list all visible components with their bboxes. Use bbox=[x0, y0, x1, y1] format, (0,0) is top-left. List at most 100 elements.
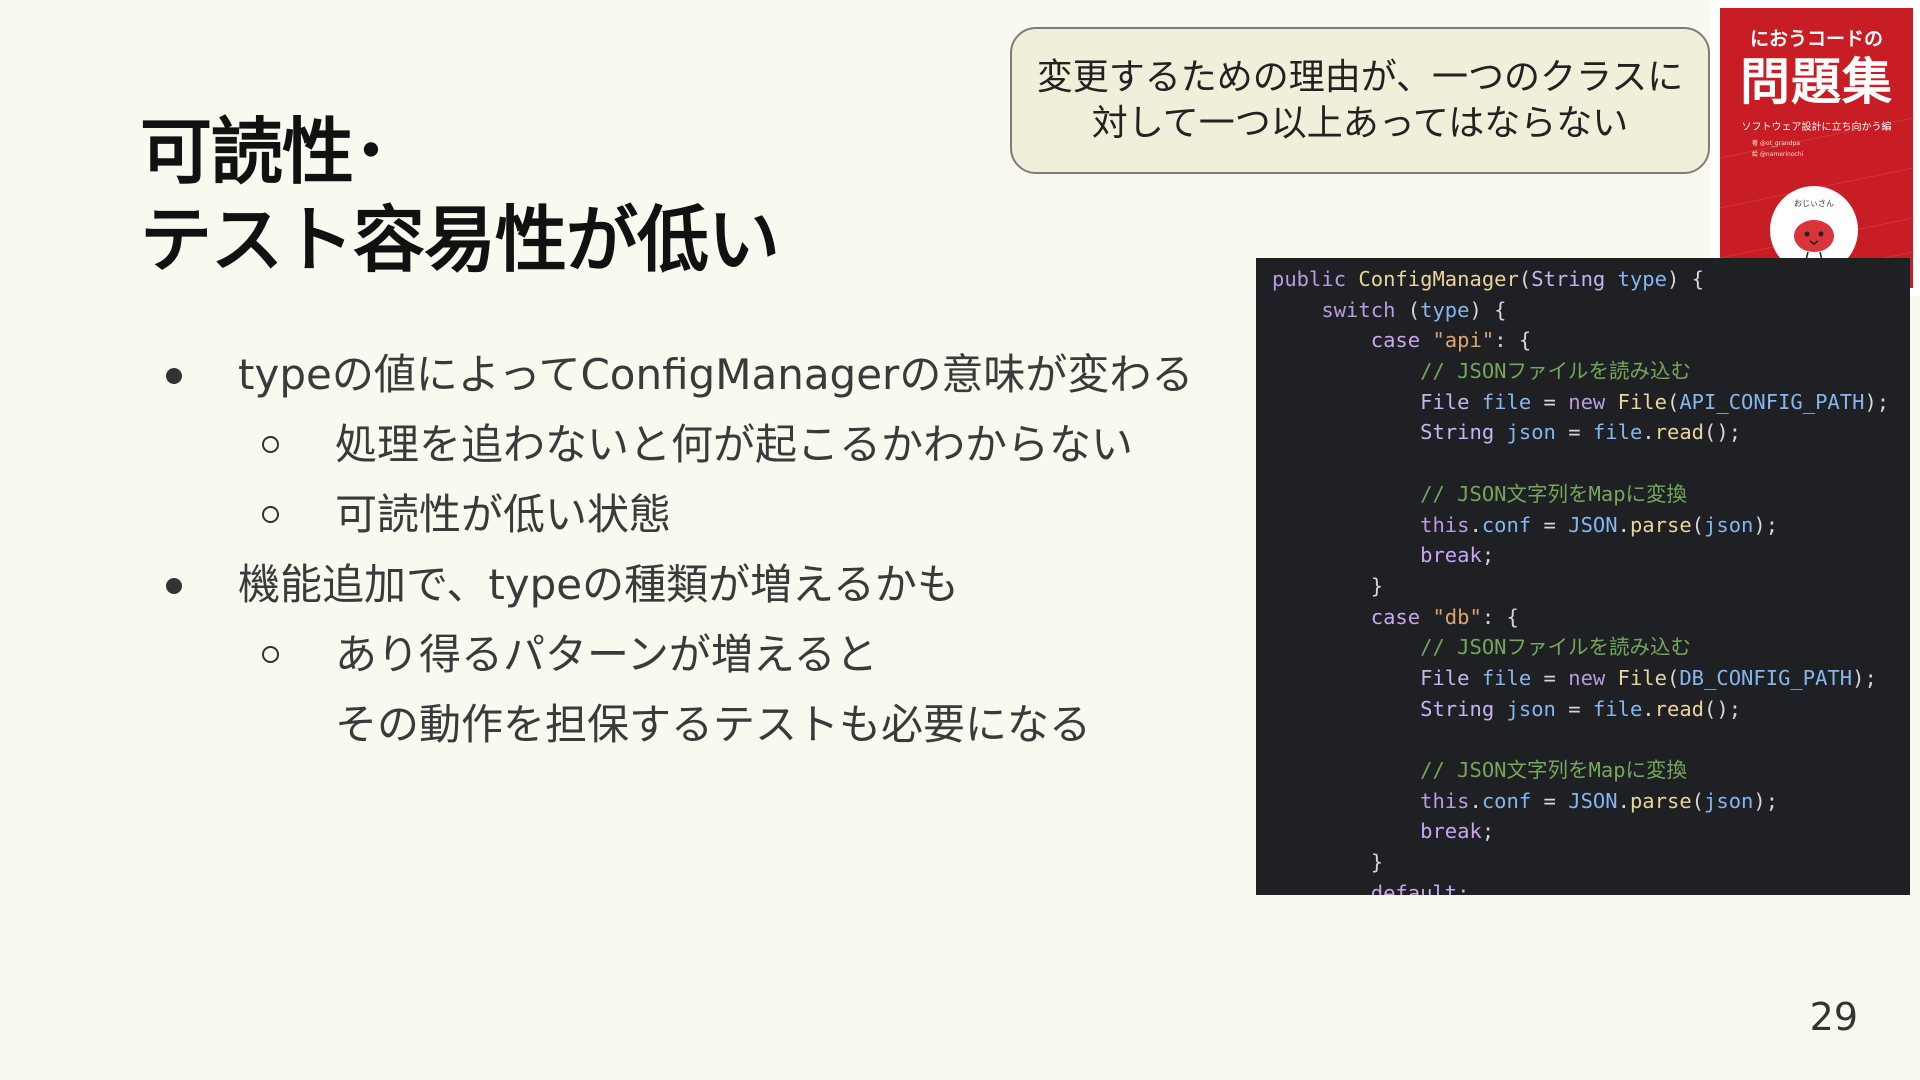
book-author: 著 @ot_grandpa bbox=[1752, 140, 1800, 147]
page-number: 29 bbox=[1809, 995, 1858, 1039]
code-line: case "db": { bbox=[1272, 602, 1910, 633]
bullet-text: typeの値によってConfigManagerの意味が変わる bbox=[238, 350, 1194, 399]
sub-bullet-text: あり得るパターンが増えると bbox=[335, 630, 878, 679]
code-token: file bbox=[1592, 420, 1643, 445]
code-token: = bbox=[1531, 788, 1569, 813]
code-token: this bbox=[1420, 512, 1470, 537]
book-illustrator: 絵 @namerinochi bbox=[1752, 151, 1804, 158]
code-token: ; bbox=[1481, 819, 1495, 844]
book-cover-image: におうコードの 問題集 ソフトウェア設計に立ち向かう編 著 @ot_grandp… bbox=[1720, 8, 1913, 288]
code-token: type bbox=[1617, 267, 1667, 291]
callout-line1: 変更するための理由が、一つのクラスに bbox=[1036, 56, 1684, 98]
code-line: case "api": { bbox=[1272, 325, 1910, 356]
code-line: // JSON文字列をMapに変換 bbox=[1272, 479, 1910, 510]
code-token: API_CONFIG_PATH bbox=[1679, 389, 1865, 414]
code-token: // JSON文字列をMapに変換 bbox=[1420, 481, 1688, 506]
code-token: String bbox=[1420, 696, 1507, 721]
code-token: ( bbox=[1395, 297, 1421, 322]
code-token: file bbox=[1592, 696, 1643, 721]
code-token: . bbox=[1617, 512, 1630, 537]
bullet-item: typeの値によってConfigManagerの意味が変わる bbox=[160, 340, 1240, 410]
book-subtitle: におうコードの bbox=[1749, 28, 1883, 50]
code-token: = bbox=[1555, 696, 1593, 721]
code-token: (); bbox=[1704, 420, 1742, 445]
code-token: json bbox=[1704, 788, 1754, 813]
bullet-item: 機能追加で、typeの種類が増えるかも bbox=[160, 550, 1240, 620]
code-line: break; bbox=[1272, 816, 1910, 847]
sub-bullet-item: 可読性が低い状態 bbox=[160, 480, 1240, 550]
callout-line2: 対して一つ以上あってはならない bbox=[1091, 102, 1629, 144]
code-token: json bbox=[1704, 512, 1754, 537]
code-line: default: bbox=[1272, 878, 1910, 895]
code-line: // JSON文字列をMapに変換 bbox=[1272, 755, 1910, 786]
code-snippet: public ConfigManager(String type) { swit… bbox=[1256, 258, 1910, 895]
code-token: parse bbox=[1629, 788, 1692, 813]
code-token: file bbox=[1481, 389, 1532, 414]
code-token: ( bbox=[1666, 665, 1680, 690]
code-token: "db" bbox=[1432, 604, 1482, 629]
code-token: JSON bbox=[1568, 512, 1618, 537]
code-token: "api" bbox=[1432, 328, 1495, 353]
code-token: } bbox=[1272, 573, 1384, 598]
principle-callout: 変更するための理由が、一つのクラスに 対して一つ以上あってはならない bbox=[1010, 27, 1710, 174]
sub-bullet-continuation: その動作を担保するテストも必要になる bbox=[160, 690, 1240, 760]
code-token: // JSONファイルを読み込む bbox=[1420, 635, 1692, 660]
bullet-dot-icon bbox=[166, 368, 182, 384]
code-token: File bbox=[1420, 389, 1482, 414]
code-token: . bbox=[1642, 696, 1655, 721]
code-line: String json = file.read(); bbox=[1272, 417, 1910, 448]
code-token: ); bbox=[1864, 389, 1890, 414]
slide-title-line2: テスト容易性が低い bbox=[140, 198, 780, 282]
code-token: break bbox=[1420, 543, 1482, 568]
sub-bullet-text: 可読性が低い状態 bbox=[335, 490, 672, 539]
code-token: File bbox=[1617, 389, 1667, 414]
code-line: // JSONファイルを読み込む bbox=[1272, 356, 1910, 387]
code-line: String json = file.read(); bbox=[1272, 694, 1910, 725]
code-token: ( bbox=[1691, 788, 1705, 813]
bullet-circle-icon bbox=[262, 646, 279, 663]
code-token: ) { bbox=[1666, 267, 1705, 291]
code-token: conf bbox=[1481, 788, 1532, 813]
code-line: public ConfigManager(String type) { bbox=[1272, 264, 1910, 295]
code-token: . bbox=[1469, 512, 1482, 537]
code-token: String bbox=[1420, 420, 1507, 445]
code-line: File file = new File(API_CONFIG_PATH); bbox=[1272, 387, 1910, 418]
book-tagline: ソフトウェア設計に立ち向かう編 bbox=[1741, 122, 1892, 133]
bullet-circle-icon bbox=[262, 506, 279, 523]
sub-bullet-item: 処理を追わないと何が起こるかわからない bbox=[160, 410, 1240, 480]
code-token: case bbox=[1370, 328, 1433, 353]
code-token: File bbox=[1617, 665, 1667, 690]
code-token: : { bbox=[1494, 328, 1532, 353]
code-token: . bbox=[1469, 788, 1482, 813]
code-token: = bbox=[1555, 420, 1593, 445]
code-token: = bbox=[1531, 389, 1569, 414]
bullet-dot-icon bbox=[166, 578, 182, 594]
code-token: json bbox=[1506, 696, 1556, 721]
code-token: = bbox=[1531, 665, 1569, 690]
code-token: ); bbox=[1852, 665, 1877, 690]
code-token: file bbox=[1481, 665, 1532, 690]
code-line: this.conf = JSON.parse(json); bbox=[1272, 786, 1910, 817]
code-token: File bbox=[1420, 665, 1482, 690]
code-token: = bbox=[1531, 512, 1569, 537]
code-line: File file = new File(DB_CONFIG_PATH); bbox=[1272, 663, 1910, 694]
code-token: default: bbox=[1370, 880, 1470, 895]
code-token: . bbox=[1642, 420, 1655, 445]
code-line: } bbox=[1272, 847, 1910, 878]
code-token: parse bbox=[1629, 512, 1692, 537]
bullet-text: 機能追加で、typeの種類が増えるかも bbox=[238, 560, 959, 609]
code-token: read bbox=[1654, 420, 1705, 445]
